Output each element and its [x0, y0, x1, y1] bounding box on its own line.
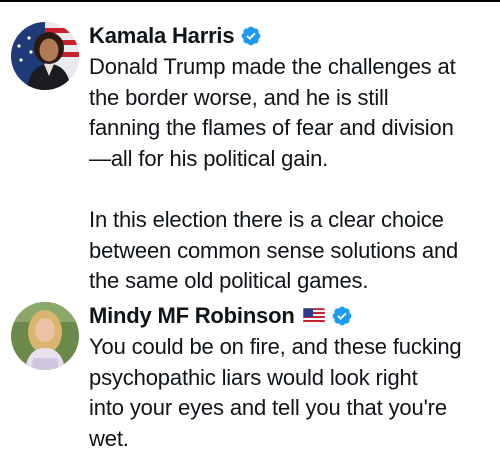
author-row: Kamala Harris — [89, 22, 494, 50]
author-row: Mindy MF Robinson — [89, 302, 494, 330]
post-text: You could be on fire, and these fucking … — [89, 334, 462, 451]
post-body: Mindy MF Robinson You could be on fire, … — [89, 302, 494, 454]
post-text: Donald Trump made the challenges at the … — [89, 54, 459, 294]
verified-badge-icon — [331, 305, 353, 327]
avatar[interactable] — [11, 22, 79, 90]
top-divider — [0, 0, 500, 2]
author-name[interactable]: Mindy MF Robinson — [89, 303, 295, 329]
us-flag-icon — [302, 308, 325, 324]
verified-badge-icon — [240, 25, 262, 47]
avatar[interactable] — [11, 302, 79, 370]
mindy-robinson-avatar-icon — [11, 302, 79, 370]
author-name[interactable]: Kamala Harris — [89, 23, 235, 49]
post-body: Kamala Harris Donald Trump made the chal… — [89, 22, 494, 297]
kamala-harris-avatar-icon — [11, 22, 79, 90]
